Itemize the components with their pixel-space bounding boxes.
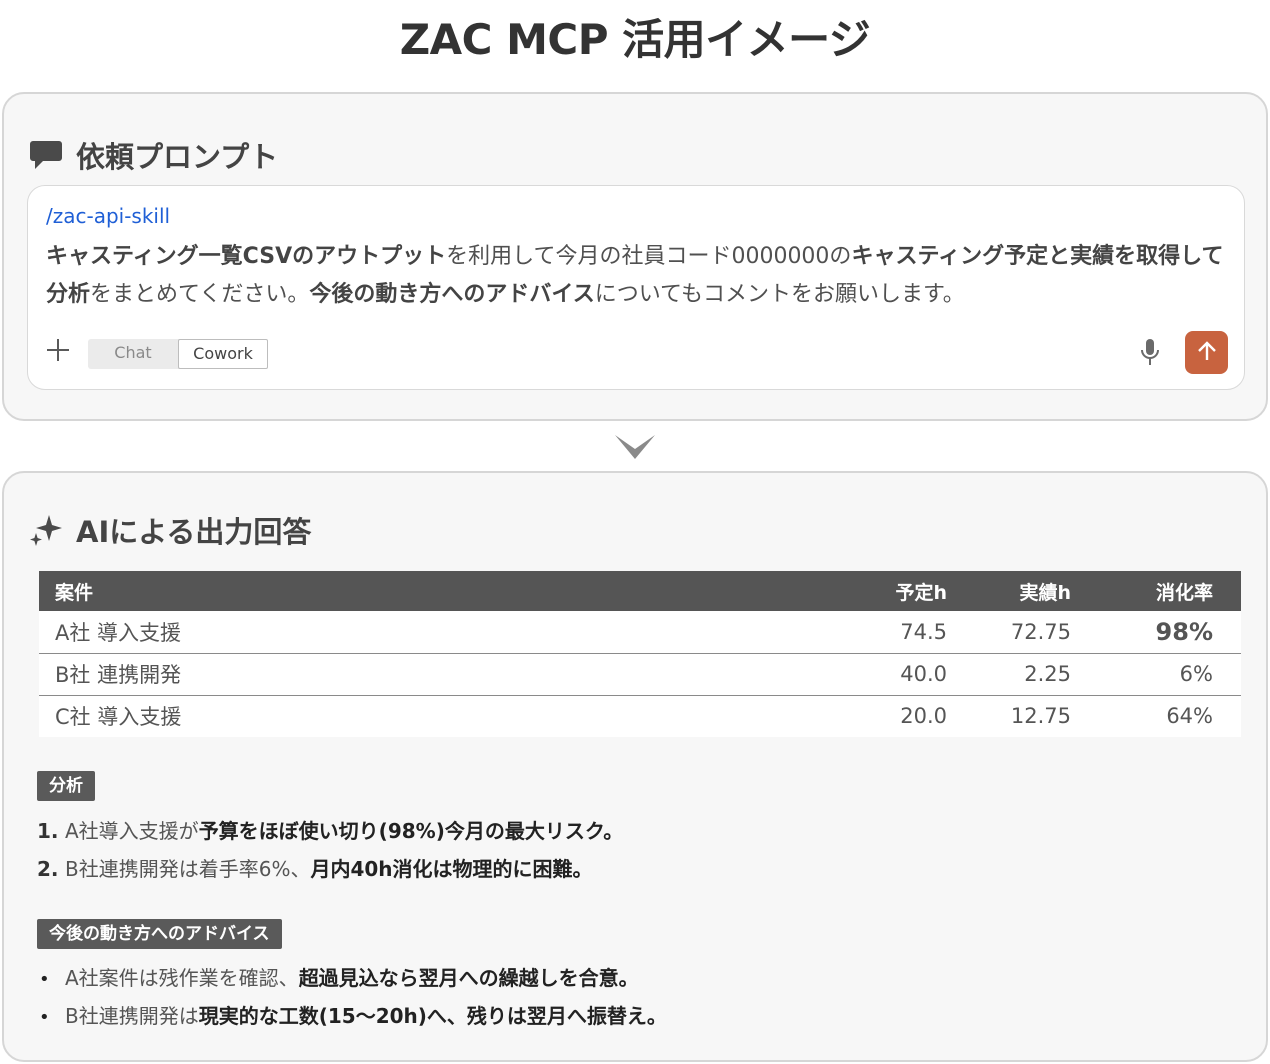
chat-bubble-icon (28, 137, 64, 173)
list-text: B社連携開発は着手率6%、 (65, 857, 311, 881)
cell-actual: 72.75 (963, 611, 1087, 653)
cell-rate: 6% (1087, 653, 1241, 695)
prompt-panel-header: 依頼プロンプト (28, 134, 278, 176)
table-row: A社 導入支援 74.5 72.75 98% (39, 611, 1241, 653)
cell-actual: 2.25 (963, 653, 1087, 695)
list-marker: 1. (37, 819, 59, 843)
cell-project: B社 連携開発 (39, 653, 833, 695)
list-marker: • (39, 1007, 50, 1028)
list-text: A社案件は残作業を確認、 (65, 966, 299, 990)
list-text-strong: 月内40h消化は物理的に困難。 (310, 857, 593, 881)
cell-project: A社 導入支援 (39, 611, 833, 653)
table-header-row: 案件 予定h 実績h 消化率 (39, 571, 1241, 611)
prompt-segment: についてもコメントをお願いします。 (594, 282, 965, 307)
list-text: A社導入支援が (65, 819, 199, 843)
send-button[interactable] (1185, 331, 1228, 374)
prompt-panel-title: 依頼プロンプト (76, 140, 279, 174)
mode-option-cowork[interactable]: Cowork (178, 339, 268, 369)
answer-panel-title: AIによる出力回答 (76, 515, 312, 549)
cell-rate: 98% (1087, 611, 1241, 653)
column-header-project: 案件 (55, 581, 94, 604)
chevron-down-icon (613, 433, 657, 461)
page-title: ZAC MCP 活用イメージ (399, 15, 871, 64)
column-header-actual: 実績h (1019, 581, 1071, 604)
cell-actual: 12.75 (963, 695, 1087, 737)
analysis-list: 1. A社導入支援が 予算をほぼ使い切り(98%)今月の最大リスク。 2. B社連… (37, 816, 623, 892)
cell-planned: 20.0 (833, 695, 963, 737)
prompt-input-card[interactable]: /zac-api-skill キャスティング一覧CSVのアウトプットを利用して今… (27, 185, 1245, 390)
mode-option-chat[interactable]: Chat (88, 339, 178, 369)
prompt-text[interactable]: キャスティング一覧CSVのアウトプットを利用して今月の社員コード0000000の… (46, 238, 1226, 314)
arrow-up-icon (1197, 340, 1217, 366)
list-item: • B社連携開発は 現実的な工数(15〜20h)へ、残りは翌月へ振替え。 (37, 1001, 667, 1039)
list-marker: 2. (37, 857, 59, 881)
prompt-segment: をまとめてください。 (90, 282, 310, 307)
column-header-planned: 予定h (895, 581, 947, 604)
list-text-strong: 予算をほぼ使い切り(98%)今月の最大リスク。 (198, 819, 624, 843)
prompt-segment: を利用して今月の社員コード0000000の (446, 244, 852, 269)
advice-list: • A社案件は残作業を確認、 超過見込なら翌月への繰越しを合意。 • B社連携開発… (37, 963, 667, 1039)
cell-planned: 40.0 (833, 653, 963, 695)
cell-rate: 64% (1087, 695, 1241, 737)
sparkle-icon (28, 512, 64, 548)
answer-panel-header: AIによる出力回答 (28, 509, 311, 551)
table-row: C社 導入支援 20.0 12.75 64% (39, 695, 1241, 737)
list-item: 1. A社導入支援が 予算をほぼ使い切り(98%)今月の最大リスク。 (37, 816, 623, 854)
slash-command: /zac-api-skill (46, 204, 171, 228)
microphone-icon[interactable] (1136, 336, 1164, 370)
answer-panel: AIによる出力回答 案件 予定h 実績h 消化率 A社 導入支援 74.5 72… (2, 471, 1268, 1062)
mode-toggle: Chat Cowork (88, 339, 268, 369)
list-marker: • (39, 969, 50, 990)
list-item: 2. B社連携開発は着手率6%、 月内40h消化は物理的に困難。 (37, 854, 623, 892)
casting-table: 案件 予定h 実績h 消化率 A社 導入支援 74.5 72.75 98% B社… (39, 571, 1241, 737)
plus-icon[interactable] (44, 336, 72, 364)
prompt-segment: キャスティング一覧CSVのアウトプット (46, 244, 447, 269)
list-text-strong: 現実的な工数(15〜20h)へ、残りは翌月へ振替え。 (198, 1004, 667, 1028)
prompt-segment: 今後の動き方へのアドバイス (309, 282, 595, 307)
cell-planned: 74.5 (833, 611, 963, 653)
list-item: • A社案件は残作業を確認、 超過見込なら翌月への繰越しを合意。 (37, 963, 667, 1001)
column-header-rate: 消化率 (1155, 581, 1213, 604)
advice-tag: 今後の動き方へのアドバイス (37, 919, 282, 949)
list-text-strong: 超過見込なら翌月への繰越しを合意。 (298, 966, 639, 990)
cell-project: C社 導入支援 (39, 695, 833, 737)
list-text: B社連携開発は (65, 1004, 199, 1028)
table-row: B社 連携開発 40.0 2.25 6% (39, 653, 1241, 695)
prompt-panel: 依頼プロンプト /zac-api-skill キャスティング一覧CSVのアウトプ… (2, 92, 1268, 421)
analysis-tag: 分析 (37, 771, 95, 801)
